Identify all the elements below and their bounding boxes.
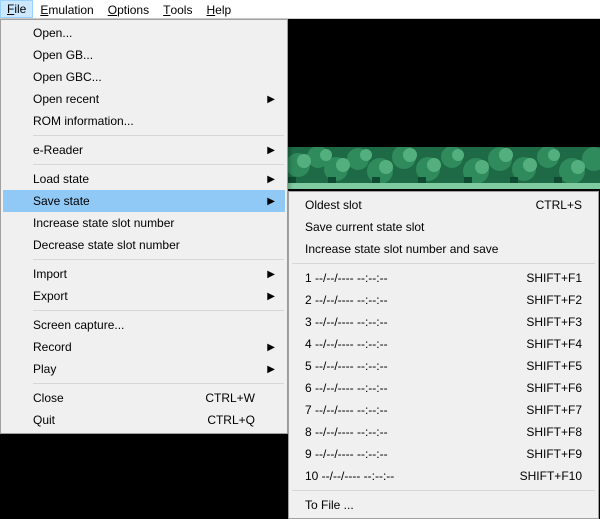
slot-label: 7 --/--/---- --:--:-- (305, 403, 506, 417)
slot-label: 3 --/--/---- --:--:-- (305, 315, 506, 329)
chevron-right-icon: ▶ (267, 269, 275, 280)
submenu-slot-6[interactable]: 6 --/--/---- --:--:--SHIFT+F6 (291, 377, 596, 399)
menu-separator (292, 263, 595, 264)
menubar-options[interactable]: Options (101, 0, 156, 18)
slot-label: 8 --/--/---- --:--:-- (305, 425, 506, 439)
menubar-file-key: F (7, 2, 14, 16)
menu-screen-capture[interactable]: Screen capture... (3, 314, 285, 336)
file-menu: Open... Open GB... Open GBC... Open rece… (0, 19, 288, 434)
submenu-slot-5[interactable]: 5 --/--/---- --:--:--SHIFT+F5 (291, 355, 596, 377)
chevron-right-icon: ▶ (267, 145, 275, 156)
shortcut-label: SHIFT+F10 (500, 469, 582, 483)
save-state-submenu: Oldest slotCTRL+S Save current state slo… (288, 191, 599, 519)
slot-label: 1 --/--/---- --:--:-- (305, 271, 506, 285)
chevron-right-icon: ▶ (267, 364, 275, 375)
menubar-tools[interactable]: Tools (156, 0, 199, 18)
chevron-right-icon: ▶ (267, 342, 275, 353)
submenu-slot-8[interactable]: 8 --/--/---- --:--:--SHIFT+F8 (291, 421, 596, 443)
menu-rom-info[interactable]: ROM information... (3, 110, 285, 132)
menu-separator (33, 135, 284, 136)
submenu-slot-3[interactable]: 3 --/--/---- --:--:--SHIFT+F3 (291, 311, 596, 333)
slot-label: 5 --/--/---- --:--:-- (305, 359, 506, 373)
menu-separator (33, 310, 284, 311)
menu-open[interactable]: Open... (3, 22, 285, 44)
menu-e-reader[interactable]: e-Reader▶ (3, 139, 285, 161)
submenu-slot-2[interactable]: 2 --/--/---- --:--:--SHIFT+F2 (291, 289, 596, 311)
menubar-help[interactable]: Help (199, 0, 238, 18)
menu-separator (33, 259, 284, 260)
chevron-right-icon: ▶ (267, 174, 275, 185)
slot-label: 2 --/--/---- --:--:-- (305, 293, 506, 307)
menu-record[interactable]: Record▶ (3, 336, 285, 358)
menu-separator (33, 383, 284, 384)
menu-decrease-slot[interactable]: Decrease state slot number (3, 234, 285, 256)
submenu-slot-4[interactable]: 4 --/--/---- --:--:--SHIFT+F4 (291, 333, 596, 355)
shortcut-label: SHIFT+F3 (506, 315, 582, 329)
slot-label: 9 --/--/---- --:--:-- (305, 447, 506, 461)
shortcut-label: SHIFT+F5 (506, 359, 582, 373)
menu-export[interactable]: Export▶ (3, 285, 285, 307)
menubar: File Emulation Options Tools Help (0, 0, 600, 19)
submenu-increase-and-save[interactable]: Increase state slot number and save (291, 238, 596, 260)
game-tilemap-strip (288, 147, 600, 189)
menu-play[interactable]: Play▶ (3, 358, 285, 380)
shortcut-label: CTRL+W (185, 391, 255, 405)
menu-separator (33, 164, 284, 165)
menu-open-gbc[interactable]: Open GBC... (3, 66, 285, 88)
chevron-right-icon: ▶ (267, 291, 275, 302)
menubar-file[interactable]: File (0, 0, 33, 18)
shortcut-label: SHIFT+F7 (506, 403, 582, 417)
menu-import[interactable]: Import▶ (3, 263, 285, 285)
menu-close[interactable]: CloseCTRL+W (3, 387, 285, 409)
shortcut-label: SHIFT+F4 (506, 337, 582, 351)
shortcut-label: CTRL+Q (187, 413, 255, 427)
menu-open-gb[interactable]: Open GB... (3, 44, 285, 66)
chevron-right-icon: ▶ (267, 196, 275, 207)
submenu-slot-1[interactable]: 1 --/--/---- --:--:--SHIFT+F1 (291, 267, 596, 289)
shortcut-label: CTRL+S (516, 198, 582, 212)
slot-label: 10 --/--/---- --:--:-- (305, 469, 500, 483)
menu-increase-slot[interactable]: Increase state slot number (3, 212, 285, 234)
submenu-slot-10[interactable]: 10 --/--/---- --:--:--SHIFT+F10 (291, 465, 596, 487)
slot-label: 4 --/--/---- --:--:-- (305, 337, 506, 351)
shortcut-label: SHIFT+F9 (506, 447, 582, 461)
menu-open-recent[interactable]: Open recent▶ (3, 88, 285, 110)
menu-quit[interactable]: QuitCTRL+Q (3, 409, 285, 431)
submenu-save-current-slot[interactable]: Save current state slot (291, 216, 596, 238)
shortcut-label: SHIFT+F8 (506, 425, 582, 439)
menubar-file-post: ile (14, 2, 26, 16)
menubar-emulation[interactable]: Emulation (33, 0, 100, 18)
menu-save-state[interactable]: Save state▶ (3, 190, 285, 212)
submenu-slot-7[interactable]: 7 --/--/---- --:--:--SHIFT+F7 (291, 399, 596, 421)
submenu-slot-9[interactable]: 9 --/--/---- --:--:--SHIFT+F9 (291, 443, 596, 465)
menu-load-state[interactable]: Load state▶ (3, 168, 285, 190)
shortcut-label: SHIFT+F2 (506, 293, 582, 307)
submenu-oldest-slot[interactable]: Oldest slotCTRL+S (291, 194, 596, 216)
shortcut-label: SHIFT+F6 (506, 381, 582, 395)
slot-label: 6 --/--/---- --:--:-- (305, 381, 506, 395)
shortcut-label: SHIFT+F1 (506, 271, 582, 285)
chevron-right-icon: ▶ (267, 94, 275, 105)
submenu-to-file[interactable]: To File ... (291, 494, 596, 516)
menu-separator (292, 490, 595, 491)
